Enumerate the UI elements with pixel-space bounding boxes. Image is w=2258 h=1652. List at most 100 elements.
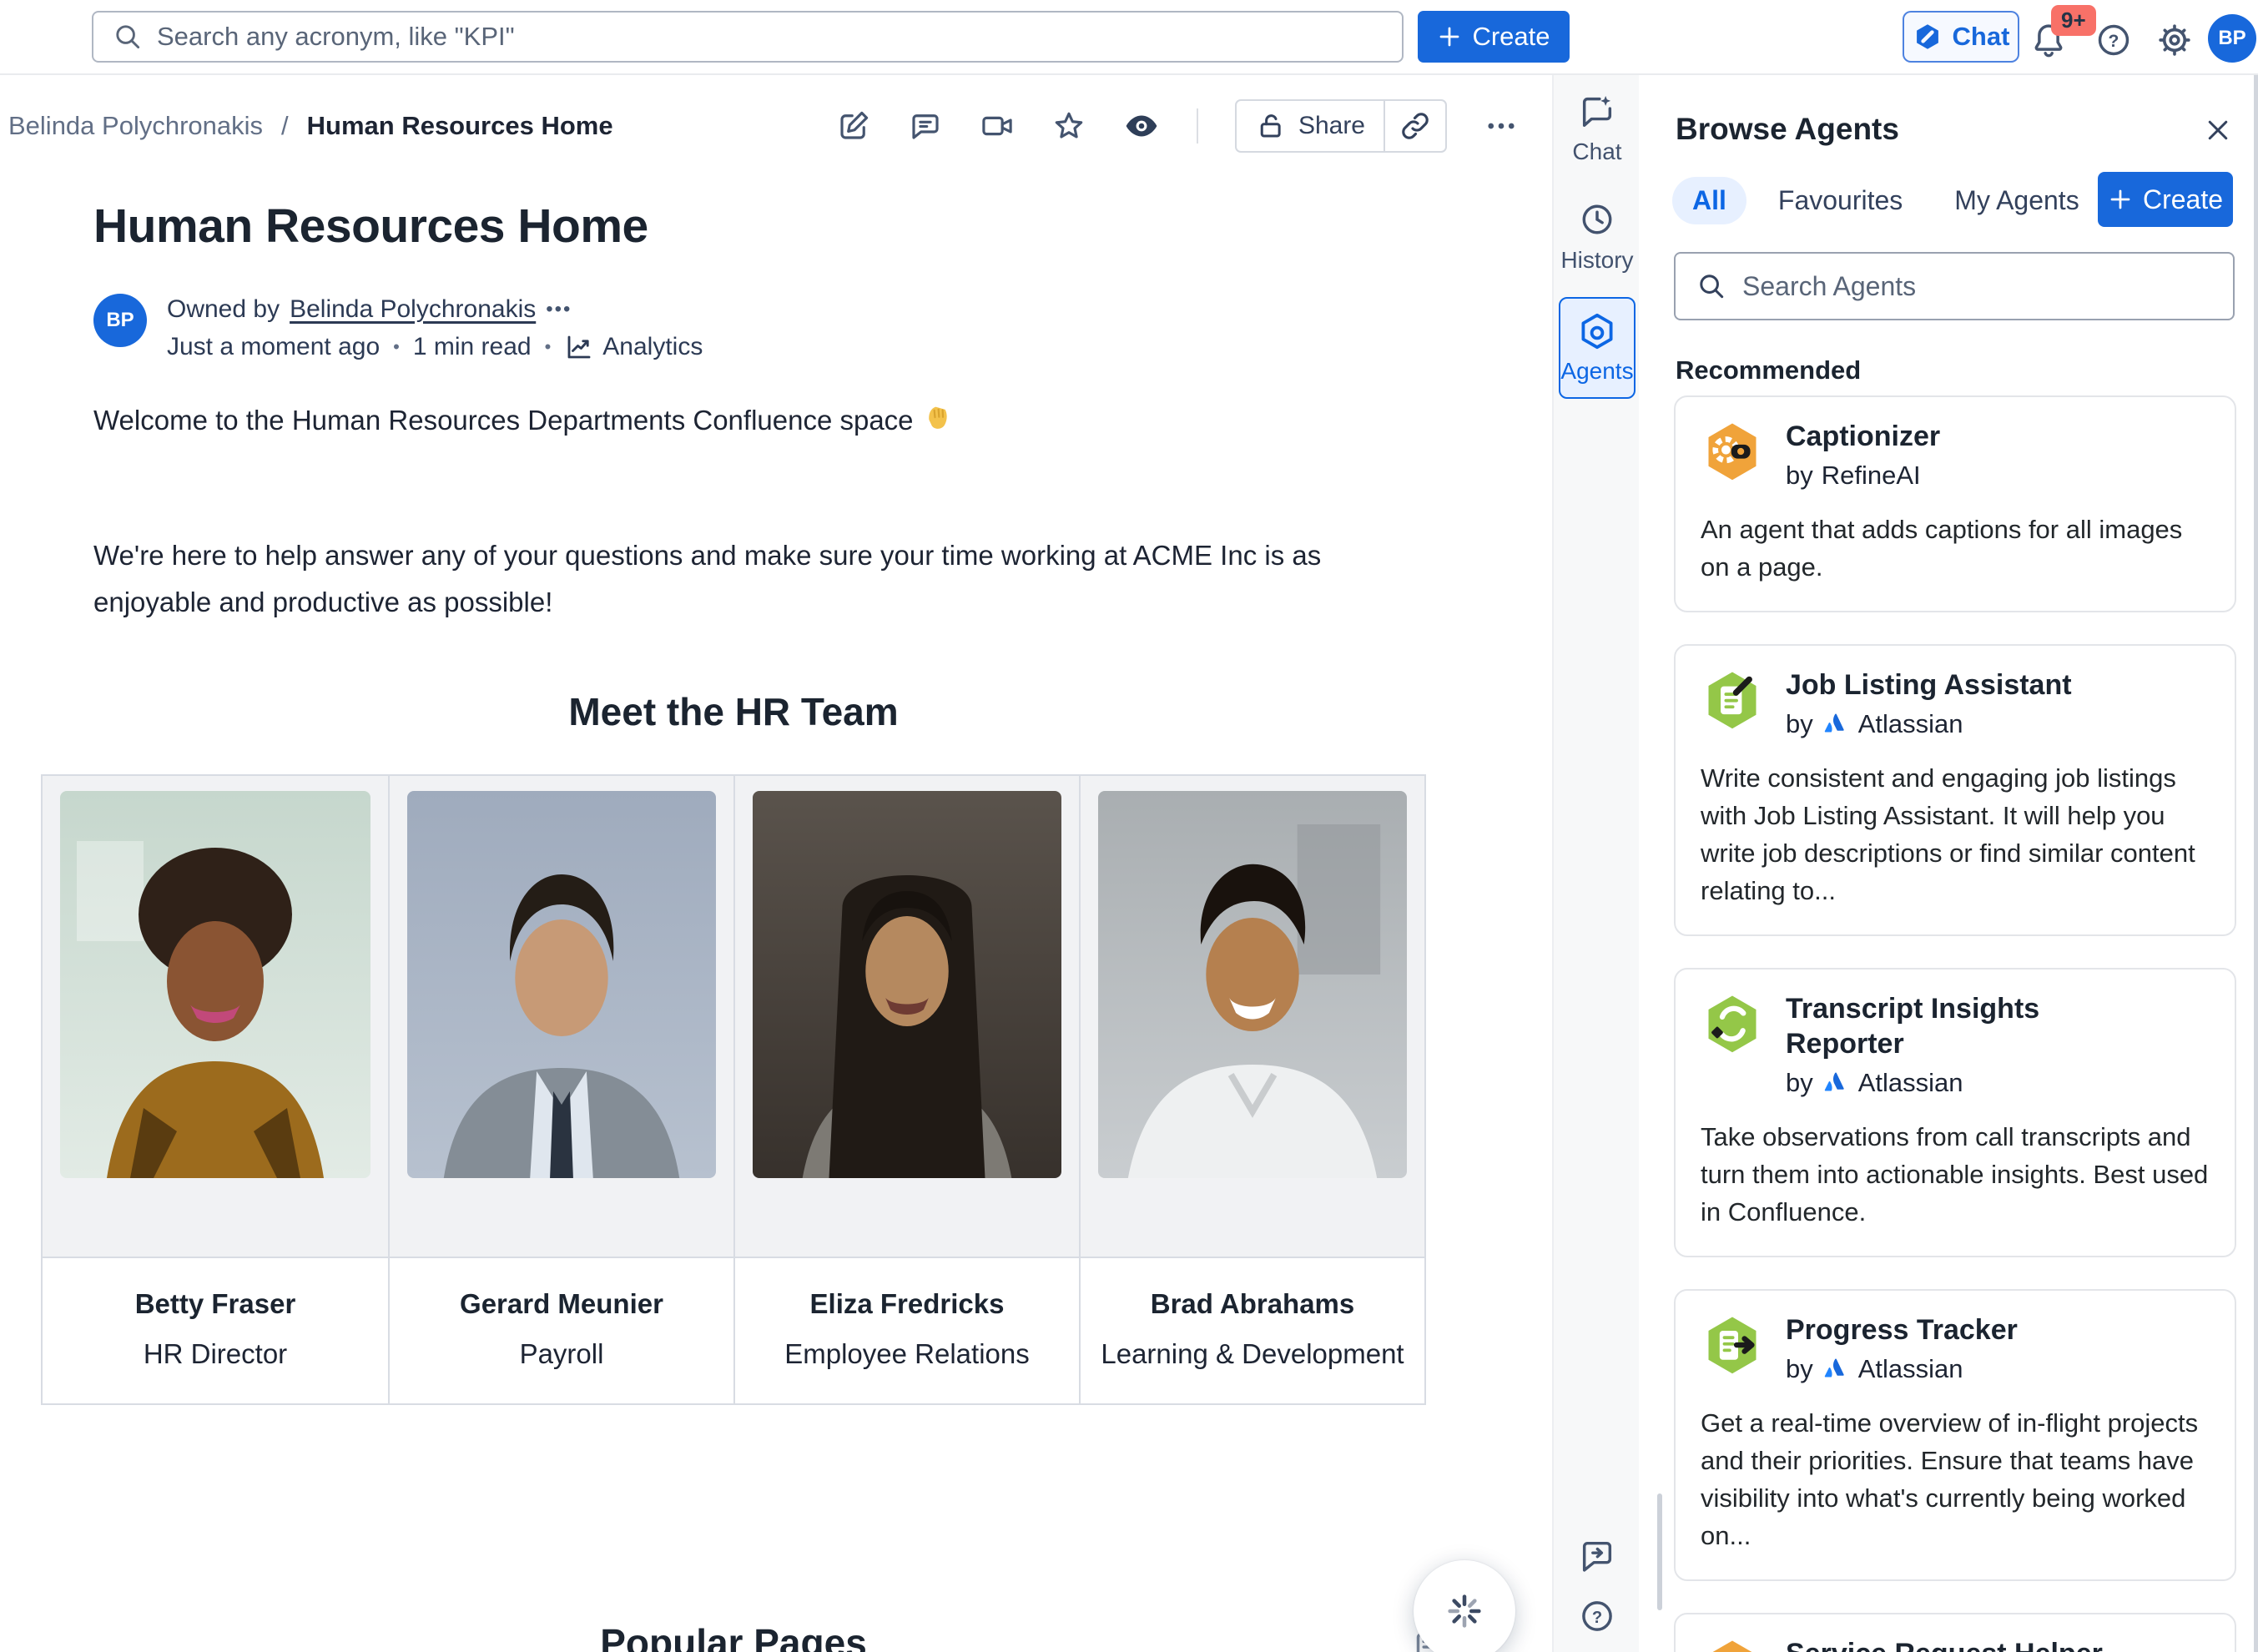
agent-publisher: Atlassian [1858, 709, 1963, 739]
comments-icon[interactable] [908, 108, 943, 144]
breadcrumb-space-link[interactable]: Belinda Polychronakis [8, 111, 263, 141]
recommended-heading: Recommended [1676, 355, 1861, 385]
sidebar-item-agents[interactable]: Agents [1559, 297, 1636, 399]
job-listing-assistant-icon [1701, 667, 1764, 734]
member-name: Eliza Fredricks [743, 1288, 1071, 1320]
welcome-paragraph: Welcome to the Human Resources Departmen… [93, 397, 954, 444]
panel-scrollbar-thumb[interactable] [1657, 1493, 1662, 1610]
agent-name: Job Listing Assistant [1786, 667, 2072, 703]
help-button[interactable]: ? [2094, 20, 2135, 60]
share-button[interactable]: Share [1237, 101, 1384, 151]
updated-time: Just a moment ago [167, 333, 380, 361]
chat-button[interactable]: Chat [1903, 11, 2019, 63]
agent-publisher: Atlassian [1858, 1354, 1963, 1384]
svg-text:?: ? [1592, 1609, 1602, 1627]
agents-search-input[interactable] [1742, 271, 2213, 302]
agent-card-job-listing-assistant[interactable]: Job Listing Assistant by Atlassian Write… [1674, 644, 2236, 936]
top-bar: Create Chat 9+ ? BP [0, 0, 2258, 75]
rovo-logo-icon [1913, 22, 1943, 52]
atlassian-logo-icon [1822, 1069, 1850, 1097]
agents-list: Captionizer by RefineAI An agent that ad… [1674, 395, 2236, 1652]
agents-hexagon-icon [1577, 311, 1617, 351]
breadcrumb-page: Human Resources Home [307, 111, 613, 141]
owner-link[interactable]: Belinda Polychronakis [290, 295, 536, 324]
agents-search[interactable] [1674, 252, 2235, 320]
member-name: Gerard Meunier [398, 1288, 725, 1320]
read-time: 1 min read [413, 333, 532, 361]
agents-tabs: All Favourites My Agents [1672, 177, 2099, 224]
agent-name: Captionizer [1786, 419, 1940, 454]
user-avatar[interactable]: BP [2208, 14, 2256, 63]
atlassian-logo-icon [1822, 1355, 1850, 1383]
copy-link-icon[interactable] [1384, 101, 1445, 151]
tab-my-agents[interactable]: My Agents [1934, 177, 2099, 224]
plus-icon [1437, 24, 1462, 49]
agent-publisher: RefineAI [1822, 461, 1921, 491]
more-actions-icon[interactable] [1484, 108, 1519, 144]
settings-gear-button[interactable] [2155, 20, 2195, 60]
history-clock-icon [1578, 200, 1616, 239]
wave-emoji [920, 401, 954, 435]
notifications-button[interactable]: 9+ [2029, 17, 2076, 63]
analytics-chart-icon [564, 332, 594, 362]
create-button[interactable]: Create [1418, 11, 1570, 63]
breadcrumb: Belinda Polychronakis / Human Resources … [8, 98, 1519, 154]
watch-eye-icon[interactable] [1123, 108, 1160, 144]
feedback-icon[interactable] [1554, 1537, 1641, 1575]
atlassian-logo-icon [1822, 710, 1850, 738]
agent-description: Take observations from call transcripts … [1701, 1118, 2210, 1231]
sidebar-item-history[interactable]: History [1554, 200, 1641, 274]
owner-avatar[interactable]: BP [93, 294, 147, 347]
tab-all[interactable]: All [1672, 177, 1746, 224]
tab-favourites[interactable]: Favourites [1758, 177, 1923, 224]
search-icon [112, 21, 144, 53]
agent-name: Service Request Helper [1786, 1636, 2103, 1652]
loading-assistant-button[interactable] [1414, 1560, 1515, 1652]
agent-card-service-request-helper[interactable]: Service Request Helper by Atlassian Enha… [1674, 1613, 2236, 1652]
team-member-cell: Betty Fraser HR Director [43, 1257, 388, 1403]
global-search[interactable] [92, 11, 1404, 63]
browse-agents-panel: Browse Agents All Favourites My Agents C… [1639, 75, 2258, 1652]
window-scrollbar[interactable] [2254, 75, 2258, 1652]
team-member-cell: Eliza Fredricks Employee Relations [733, 1257, 1079, 1403]
edit-icon[interactable] [836, 108, 871, 144]
video-icon[interactable] [980, 108, 1015, 144]
analytics-link[interactable]: Analytics [564, 332, 703, 362]
team-photo-brad [1098, 791, 1407, 1178]
agent-card-captionizer[interactable]: Captionizer by RefineAI An agent that ad… [1674, 395, 2236, 612]
progress-tracker-icon [1701, 1312, 1764, 1379]
sidebar-item-chat[interactable]: Chat [1554, 92, 1641, 165]
byline: BP Owned by Belinda Polychronakis ••• Ju… [93, 294, 703, 362]
team-photo-betty [60, 791, 370, 1178]
panel-title: Browse Agents [1676, 112, 1899, 147]
member-name: Brad Abrahams [1089, 1288, 1416, 1320]
team-table: Betty Fraser HR Director Gerard Meunier … [41, 774, 1426, 1405]
star-icon[interactable] [1051, 108, 1086, 144]
page-title: Human Resources Home [93, 199, 648, 254]
service-request-helper-icon [1701, 1636, 1764, 1652]
team-heading: Meet the HR Team [41, 689, 1426, 734]
plus-icon [2108, 187, 2133, 212]
search-icon [1696, 270, 1727, 302]
search-input[interactable] [157, 22, 1384, 52]
chat-sparkle-icon [1578, 92, 1616, 130]
member-role: Employee Relations [743, 1338, 1071, 1370]
team-photo-eliza [753, 791, 1061, 1178]
transcript-insights-reporter-icon [1701, 991, 1764, 1058]
create-agent-button[interactable]: Create [2098, 172, 2233, 227]
team-photo-cell [1079, 776, 1424, 1257]
owner-more-button[interactable]: ••• [546, 298, 572, 321]
agent-name: Transcript Insights Reporter [1786, 991, 2145, 1061]
team-member-cell: Brad Abrahams Learning & Development [1079, 1257, 1424, 1403]
help-circle-icon[interactable]: ? [1554, 1597, 1641, 1635]
breadcrumb-separator: / [281, 111, 289, 141]
notification-badge: 9+ [2051, 5, 2096, 36]
agent-description: Write consistent and engaging job listin… [1701, 759, 2210, 909]
agent-publisher: Atlassian [1858, 1068, 1963, 1098]
agent-card-progress-tracker[interactable]: Progress Tracker by Atlassian Get a real… [1674, 1289, 2236, 1581]
close-icon[interactable] [2203, 115, 2233, 145]
agent-card-transcript-insights-reporter[interactable]: Transcript Insights Reporter by Atlassia… [1674, 968, 2236, 1257]
member-role: Payroll [398, 1338, 725, 1370]
agent-description: An agent that adds captions for all imag… [1701, 511, 2210, 586]
page-content: Belinda Polychronakis / Human Resources … [0, 75, 1552, 1652]
